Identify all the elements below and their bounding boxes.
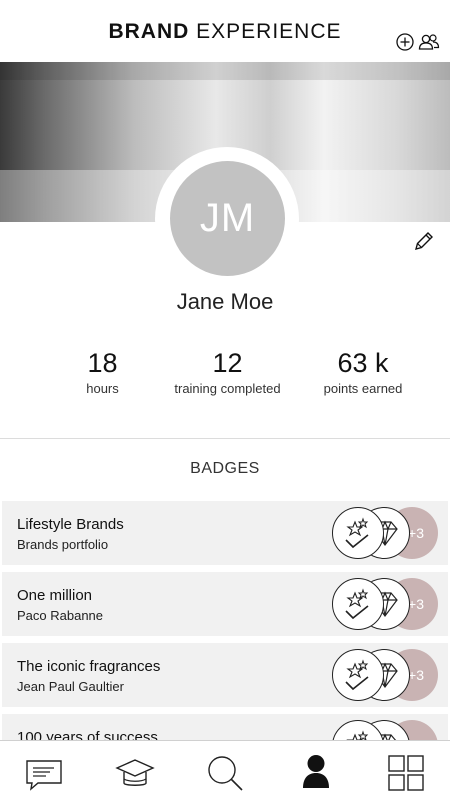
stat-training: 12 training completed bbox=[165, 348, 290, 396]
badge-subtitle: Paco Rabanne bbox=[17, 608, 104, 623]
grid-icon[interactable] bbox=[386, 753, 426, 793]
badge-title: The iconic fragrances bbox=[17, 658, 161, 675]
stat-value: 12 bbox=[212, 348, 243, 378]
stat-label: training completed bbox=[174, 381, 281, 396]
badge-card[interactable]: One million Paco Rabanne +3 bbox=[2, 572, 448, 636]
brand-title-light: EXPERIENCE bbox=[196, 20, 342, 43]
badge-title: Lifestyle Brands bbox=[17, 516, 124, 533]
pencil-icon[interactable] bbox=[412, 229, 436, 253]
stars-check-badge-icon bbox=[332, 507, 384, 559]
stat-label: hours bbox=[86, 381, 119, 396]
badge-title: One million bbox=[17, 587, 93, 604]
section-divider bbox=[0, 438, 450, 439]
search-icon[interactable] bbox=[205, 753, 245, 793]
badge-subtitle: Jean Paul Gaultier bbox=[17, 679, 124, 694]
chat-icon[interactable] bbox=[24, 753, 64, 793]
profile-name: Jane Moe bbox=[176, 289, 274, 314]
badge-subtitle: Brands portfolio bbox=[17, 537, 109, 552]
stars-check-badge-icon bbox=[332, 578, 384, 630]
profile-icon[interactable] bbox=[296, 753, 336, 793]
stat-value: 18 bbox=[87, 348, 118, 378]
app-header: BRAND EXPERIENCE bbox=[0, 0, 450, 62]
graduation-cap-icon[interactable] bbox=[115, 753, 155, 793]
badge-card[interactable]: Lifestyle Brands Brands portfolio +3 bbox=[2, 501, 448, 565]
bottom-tab-bar bbox=[0, 740, 450, 800]
avatar[interactable]: JM bbox=[170, 161, 285, 276]
badges-heading: BADGES bbox=[190, 460, 260, 477]
add-circle-icon[interactable] bbox=[395, 32, 415, 52]
stat-hours: 18 hours bbox=[55, 348, 150, 396]
stars-check-badge-icon bbox=[332, 649, 384, 701]
brand-title-bold: BRAND bbox=[108, 20, 190, 43]
users-icon[interactable] bbox=[418, 32, 440, 52]
app-title: BRAND EXPERIENCE bbox=[0, 20, 450, 44]
badge-card[interactable]: The iconic fragrances Jean Paul Gaultier… bbox=[2, 643, 448, 707]
stat-value: 63 k bbox=[337, 348, 389, 378]
stat-points: 63 k points earned bbox=[308, 348, 418, 396]
stat-label: points earned bbox=[323, 381, 403, 396]
